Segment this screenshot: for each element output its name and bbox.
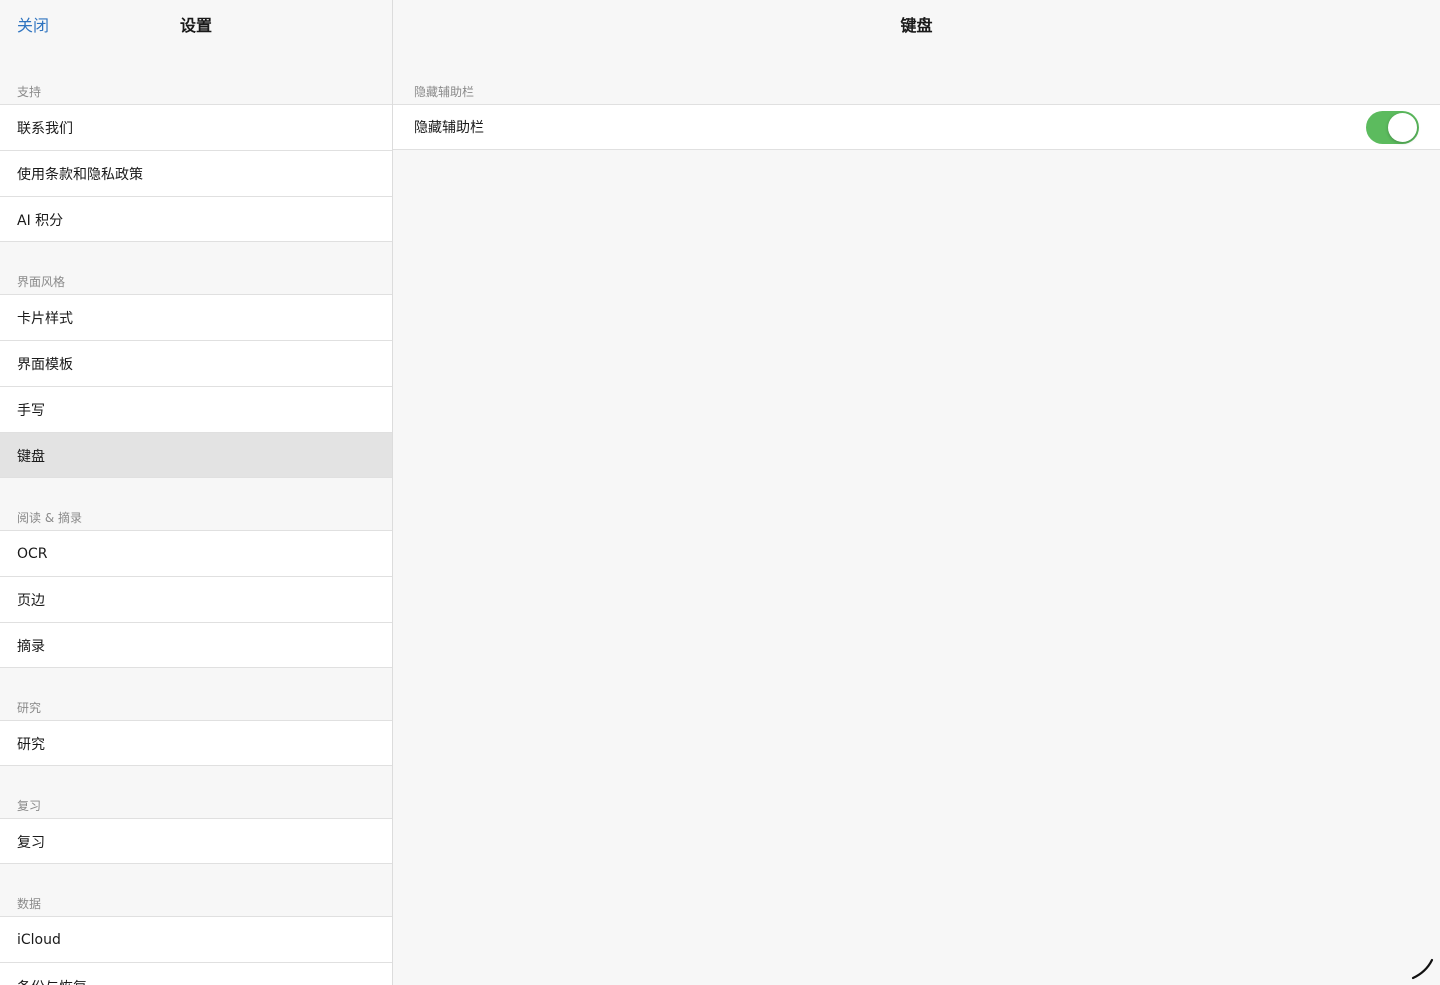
- sidebar-item-label: 联系我们: [17, 120, 73, 137]
- sidebar-item-label: 键盘: [17, 448, 45, 465]
- sidebar-item-label: 摘录: [17, 638, 45, 655]
- sidebar-item-review[interactable]: 复习: [0, 818, 392, 864]
- sidebar-item-label: AI 积分: [17, 212, 64, 229]
- group-title-ui-style: 界面风格: [17, 275, 66, 289]
- sidebar-item-ai-credits[interactable]: AI 积分: [0, 196, 392, 242]
- divider: [0, 241, 392, 242]
- divider: [0, 863, 392, 864]
- sidebar-item-margin[interactable]: 页边: [0, 576, 392, 622]
- group-title-review: 复习: [17, 799, 42, 813]
- sidebar-item-keyboard[interactable]: 键盘: [0, 432, 392, 478]
- group-title-research: 研究: [17, 701, 42, 715]
- detail-group-title: 隐藏辅助栏: [414, 85, 475, 99]
- group-title-data: 数据: [17, 897, 42, 911]
- divider: [0, 477, 392, 478]
- group-title-support: 支持: [17, 85, 42, 99]
- sidebar-item-terms-privacy[interactable]: 使用条款和隐私政策: [0, 150, 392, 196]
- sidebar-item-label: 手写: [17, 402, 45, 419]
- sidebar-header: 关闭 设置: [0, 0, 392, 46]
- sidebar-item-handwriting[interactable]: 手写: [0, 386, 392, 432]
- toggle-knob: [1388, 113, 1417, 142]
- sidebar-item-label: 备份与恢复: [17, 977, 87, 985]
- sidebar-item-backup-restore[interactable]: 备份与恢复: [0, 962, 392, 985]
- hide-toolbar-toggle[interactable]: [1366, 111, 1419, 144]
- divider: [0, 765, 392, 766]
- sidebar-item-contact-us[interactable]: 联系我们: [0, 104, 392, 150]
- sidebar-item-excerpt[interactable]: 摘录: [0, 622, 392, 668]
- hide-toolbar-label: 隐藏辅助栏: [414, 120, 484, 136]
- settings-sidebar: 关闭 设置 支持 联系我们 使用条款和隐私政策 AI 积分 界面风格 卡片样式 …: [0, 0, 393, 985]
- sidebar-item-label: 使用条款和隐私政策: [17, 166, 143, 183]
- sidebar-item-ocr[interactable]: OCR: [0, 530, 392, 576]
- sidebar-title: 设置: [179, 16, 212, 35]
- sidebar-item-label: 研究: [17, 736, 45, 753]
- sidebar-item-label: 复习: [17, 834, 45, 851]
- sidebar-item-label: 卡片样式: [17, 310, 73, 327]
- sidebar-item-research[interactable]: 研究: [0, 720, 392, 766]
- sidebar-item-icloud[interactable]: iCloud: [0, 916, 392, 962]
- detail-pane: 键盘 隐藏辅助栏 隐藏辅助栏: [393, 0, 1440, 985]
- hide-toolbar-row: 隐藏辅助栏: [393, 104, 1440, 150]
- sidebar-item-label: 页边: [17, 592, 45, 609]
- app-window: 关闭 设置 支持 联系我们 使用条款和隐私政策 AI 积分 界面风格 卡片样式 …: [0, 0, 1440, 985]
- sidebar-item-label: iCloud: [17, 931, 61, 948]
- sidebar-item-label: OCR: [17, 545, 48, 562]
- group-title-reading: 阅读 & 摘录: [17, 511, 82, 525]
- divider: [0, 667, 392, 668]
- sidebar-item-label: 界面模板: [17, 356, 73, 373]
- page-title: 键盘: [900, 16, 933, 35]
- sidebar-item-ui-template[interactable]: 界面模板: [0, 340, 392, 386]
- loading-spinner-icon: [1411, 958, 1434, 980]
- sidebar-item-card-style[interactable]: 卡片样式: [0, 294, 392, 340]
